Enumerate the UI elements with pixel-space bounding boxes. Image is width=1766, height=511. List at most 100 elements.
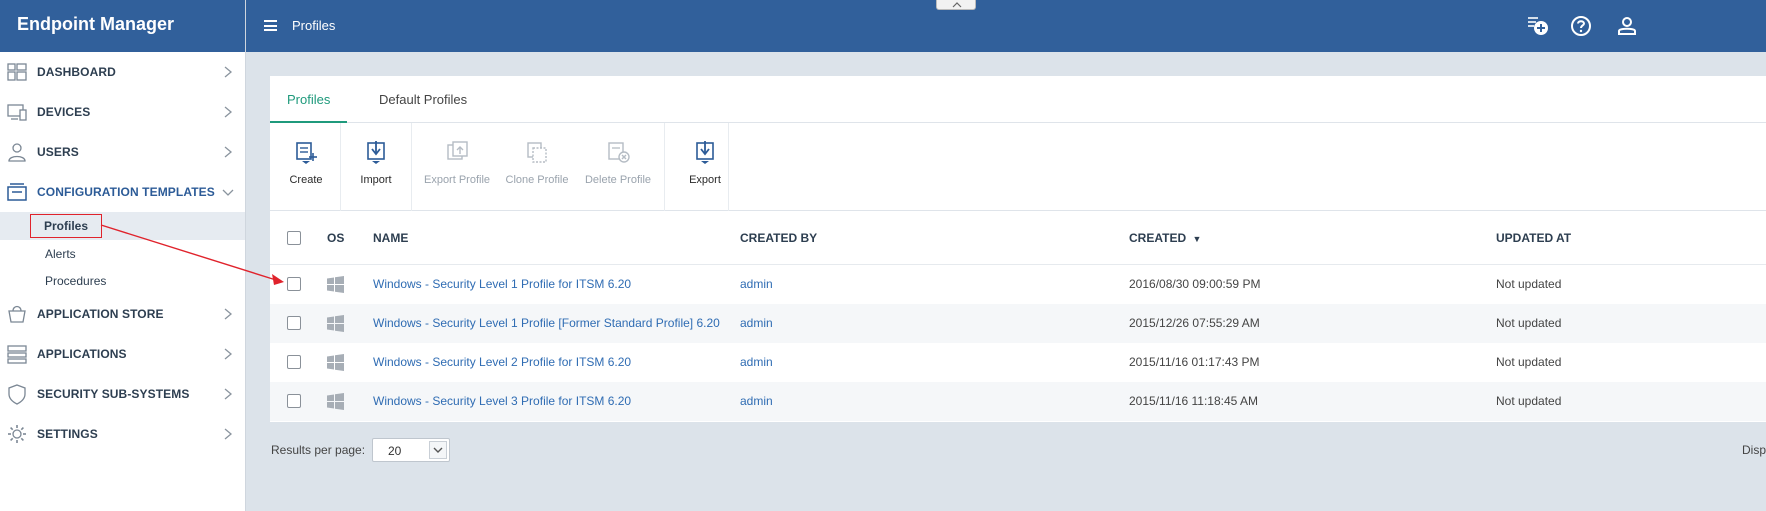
- column-header-os: OS: [327, 231, 345, 245]
- export-profile-label: Export Profile: [423, 174, 491, 186]
- chevron-down-icon: [222, 189, 234, 196]
- sidebar-item-label: APPLICATION STORE: [37, 307, 164, 321]
- sidebar-item-applications[interactable]: APPLICATIONS: [0, 334, 245, 374]
- updated-at: Not updated: [1496, 394, 1562, 408]
- profiles-panel: Profiles Default Profiles Create Import …: [270, 76, 1766, 422]
- created-by-link[interactable]: admin: [740, 394, 773, 408]
- add-notification-icon[interactable]: [1526, 14, 1550, 38]
- applications-icon: [6, 343, 28, 365]
- sidebar-item-label: APPLICATIONS: [37, 347, 127, 361]
- column-header-created-by[interactable]: CREATED BY: [740, 231, 817, 245]
- column-header-updated-at[interactable]: UPDATED AT: [1496, 231, 1571, 245]
- sidebar-item-settings[interactable]: SETTINGS: [0, 414, 245, 454]
- hamburger-menu-icon[interactable]: [264, 20, 277, 31]
- sidebar-item-dashboard[interactable]: DASHBOARD: [0, 52, 245, 92]
- delete-profile-label: Delete Profile: [584, 174, 652, 186]
- sidebar: Endpoint Manager DASHBOARD DEVICES USERS…: [0, 0, 246, 511]
- chevron-right-icon: [224, 348, 233, 360]
- clone-profile-label: Clone Profile: [505, 174, 569, 186]
- chevron-up-icon: [952, 2, 962, 8]
- column-header-created[interactable]: CREATED ▼: [1129, 231, 1201, 245]
- sidebar-subitem-alerts[interactable]: Alerts: [0, 240, 245, 268]
- row-checkbox[interactable]: [287, 355, 301, 369]
- dropdown-button[interactable]: [429, 441, 447, 459]
- tab-bar: Profiles Default Profiles: [270, 76, 1766, 123]
- sidebar-item-configuration-templates[interactable]: CONFIGURATION TEMPLATES: [0, 172, 245, 212]
- created-by-link[interactable]: admin: [740, 316, 773, 330]
- profile-name-link[interactable]: Windows - Security Level 3 Profile for I…: [373, 394, 631, 408]
- select-all-checkbox[interactable]: [287, 231, 301, 245]
- top-bar: Profiles: [246, 0, 1766, 52]
- tab-default-profiles[interactable]: Default Profiles: [362, 76, 484, 123]
- sidebar-item-label: DEVICES: [37, 105, 91, 119]
- table-row: Windows - Security Level 2 Profile for I…: [270, 343, 1766, 382]
- toolbar-divider: [728, 123, 729, 211]
- table-row: Windows - Security Level 1 Profile [Form…: [270, 304, 1766, 343]
- sidebar-subitem-label: Procedures: [45, 274, 107, 288]
- updated-at: Not updated: [1496, 277, 1562, 291]
- created-by-link[interactable]: admin: [740, 355, 773, 369]
- export-button[interactable]: Export: [665, 123, 745, 211]
- row-checkbox[interactable]: [287, 316, 301, 330]
- column-header-name[interactable]: NAME: [373, 231, 408, 245]
- sidebar-subitem-label: Profiles: [30, 214, 103, 238]
- windows-icon: [327, 393, 344, 410]
- help-icon[interactable]: [1569, 14, 1593, 38]
- profile-name-link[interactable]: Windows - Security Level 1 Profile [Form…: [373, 316, 720, 330]
- dashboard-icon: [6, 61, 28, 83]
- sidebar-item-label: DASHBOARD: [37, 65, 116, 79]
- created-by-link[interactable]: admin: [740, 277, 773, 291]
- windows-icon: [327, 315, 344, 332]
- row-checkbox[interactable]: [287, 277, 301, 291]
- column-header-created-label: CREATED: [1129, 231, 1187, 245]
- updated-at: Not updated: [1496, 316, 1562, 330]
- chevron-down-icon: [433, 447, 443, 453]
- sidebar-item-security-sub-systems[interactable]: SECURITY SUB-SYSTEMS: [0, 374, 245, 414]
- create-icon: [296, 142, 317, 164]
- shield-icon: [6, 383, 28, 405]
- row-checkbox[interactable]: [287, 394, 301, 408]
- templates-icon: [6, 181, 28, 203]
- sidebar-subitem-profiles[interactable]: Profiles: [0, 212, 245, 240]
- delete-profile-button[interactable]: Delete Profile: [579, 123, 657, 211]
- create-button[interactable]: Create: [280, 123, 332, 211]
- export-profile-icon: [447, 141, 468, 160]
- store-icon: [6, 303, 28, 325]
- export-icon: [696, 141, 714, 164]
- users-icon: [6, 141, 28, 163]
- created-date: 2016/08/30 09:00:59 PM: [1129, 277, 1261, 291]
- collapse-header-toggle[interactable]: [936, 0, 976, 10]
- devices-icon: [6, 101, 28, 123]
- profile-name-link[interactable]: Windows - Security Level 1 Profile for I…: [373, 277, 631, 291]
- sidebar-item-label: USERS: [37, 145, 79, 159]
- sidebar-subitem-procedures[interactable]: Procedures: [0, 267, 245, 295]
- results-per-page-value: 20: [388, 444, 402, 458]
- sidebar-item-devices[interactable]: DEVICES: [0, 92, 245, 132]
- create-label: Create: [289, 174, 323, 186]
- import-label: Import: [360, 174, 392, 186]
- user-icon[interactable]: [1615, 14, 1639, 38]
- toolbar: Create Import Export Profile Clone Profi…: [270, 123, 1766, 211]
- chevron-right-icon: [224, 66, 233, 78]
- updated-at: Not updated: [1496, 355, 1562, 369]
- sidebar-item-label: SETTINGS: [37, 427, 98, 441]
- toolbar-divider: [411, 123, 412, 211]
- sort-desc-icon: ▼: [1192, 234, 1202, 244]
- created-date: 2015/12/26 07:55:29 AM: [1129, 316, 1260, 330]
- toolbar-divider: [340, 123, 341, 211]
- results-per-page-select[interactable]: 20: [372, 438, 450, 462]
- sidebar-item-application-store[interactable]: APPLICATION STORE: [0, 294, 245, 334]
- gear-icon: [6, 423, 28, 445]
- import-button[interactable]: Import: [350, 123, 402, 211]
- profile-name-link[interactable]: Windows - Security Level 2 Profile for I…: [373, 355, 631, 369]
- table-header: OS NAME CREATED BY CREATED ▼ UPDATED AT: [270, 211, 1766, 265]
- export-profile-button[interactable]: Export Profile: [418, 123, 496, 211]
- sidebar-item-label: SECURITY SUB-SYSTEMS: [37, 387, 190, 401]
- tab-profiles[interactable]: Profiles: [270, 76, 348, 123]
- chevron-right-icon: [224, 388, 233, 400]
- chevron-right-icon: [224, 146, 233, 158]
- clone-profile-icon: [527, 142, 547, 163]
- sidebar-item-users[interactable]: USERS: [0, 132, 245, 172]
- clone-profile-button[interactable]: Clone Profile: [498, 123, 576, 211]
- created-date: 2015/11/16 11:18:45 AM: [1129, 394, 1258, 408]
